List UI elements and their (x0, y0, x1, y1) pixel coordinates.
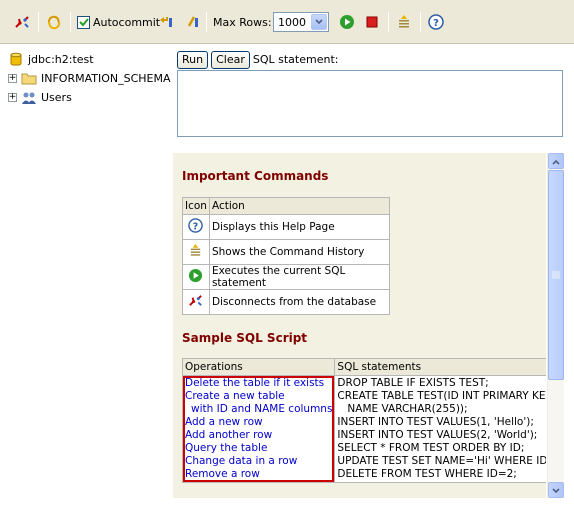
sql-statement-line: NAME VARCHAR(255)); (337, 403, 468, 415)
commit-icon (184, 13, 202, 31)
table-row: Delete the table if it exists Create a n… (181, 375, 546, 483)
table-row: Shows the Command History (182, 239, 390, 265)
commands-table: Icon Action ? Displays this Help Page Sh… (182, 197, 390, 315)
run-toolbar-button[interactable] (338, 12, 356, 32)
sql-statement-label: SQL statement: (252, 53, 339, 66)
table-row: Disconnects from the database (182, 289, 390, 315)
sample-sql-script-title: Sample SQL Script (182, 331, 308, 345)
expand-icon[interactable]: + (8, 93, 17, 102)
connection-label: jdbc:h2:test (28, 53, 94, 66)
toolbar-separator (38, 12, 39, 32)
help-panel: Important Commands Icon Action ? Display… (173, 153, 564, 498)
autocommit-toggle[interactable]: Autocommit (77, 12, 160, 32)
help-icon: ? (427, 13, 445, 31)
query-bar: Run Clear SQL statement: (177, 50, 338, 69)
sql-statement-line: UPDATE TEST SET NAME='Hi' WHERE ID=1; (337, 455, 546, 467)
operation-link[interactable]: Add another row (185, 429, 272, 441)
run-icon (188, 268, 203, 286)
column-header-sql-statements: SQL statements (334, 358, 546, 376)
commands-header-row: Icon Action (182, 197, 390, 215)
important-commands-title: Important Commands (182, 169, 329, 183)
column-header-operations: Operations (181, 358, 336, 376)
commit-button[interactable] (184, 12, 202, 32)
toolbar-separator (420, 12, 421, 32)
rollback-icon (158, 13, 176, 31)
command-action: Executes the current SQL statement (208, 264, 390, 290)
max-rows-value: 1000 (278, 15, 306, 29)
command-action: Disconnects from the database (208, 289, 390, 315)
sql-statement-input[interactable] (177, 70, 563, 137)
sql-statement-line: INSERT INTO TEST VALUES(2, 'World'); (337, 429, 538, 441)
scroll-thumb[interactable] (548, 170, 564, 380)
operations-cell: Delete the table if it exists Create a n… (181, 375, 336, 483)
stop-icon (363, 13, 381, 31)
help-button[interactable]: ? (427, 12, 445, 32)
command-action: Shows the Command History (208, 239, 390, 265)
rollback-button[interactable] (158, 12, 176, 32)
sql-statement-line: CREATE TABLE TEST(ID INT PRIMARY KEY, (337, 390, 546, 402)
column-header-icon: Icon (182, 197, 210, 215)
operation-link[interactable]: with ID and NAME columns (191, 403, 332, 415)
stop-button[interactable] (363, 12, 381, 32)
max-rows-dropdown[interactable]: 1000 (273, 12, 329, 32)
operation-link[interactable]: Create a new table (185, 390, 285, 402)
scroll-down-button[interactable] (548, 482, 564, 498)
sql-statement-line: SELECT * FROM TEST ORDER BY ID; (337, 442, 525, 454)
history-button[interactable] (395, 12, 413, 32)
sql-statement-line: DELETE FROM TEST WHERE ID=2; (337, 468, 517, 480)
column-header-action: Action (208, 197, 390, 215)
svg-text:?: ? (193, 221, 198, 232)
statements-cell: DROP TABLE IF EXISTS TEST; CREATE TABLE … (334, 375, 546, 483)
scroll-up-button[interactable] (548, 153, 564, 169)
users-icon (21, 90, 37, 106)
run-icon (338, 13, 356, 31)
tree-item-users[interactable]: + Users (8, 88, 173, 107)
refresh-button[interactable] (45, 12, 63, 32)
disconnect-icon (13, 13, 31, 31)
operation-link[interactable]: Change data in a row (185, 455, 297, 467)
operation-link[interactable]: Delete the table if it exists (185, 377, 324, 389)
folder-icon (21, 71, 37, 87)
table-row: ? Displays this Help Page (182, 214, 390, 240)
autocommit-label: Autocommit (93, 15, 161, 29)
help-icon: ? (188, 218, 204, 236)
operation-link[interactable]: Query the table (185, 442, 267, 454)
max-rows-label: Max Rows: (213, 15, 272, 29)
chevron-up-icon (552, 155, 560, 168)
history-icon (395, 13, 413, 31)
sample-sql-table: Operations SQL statements Delete the tab… (181, 358, 546, 483)
toolbar-separator (70, 12, 71, 32)
help-content: Important Commands Icon Action ? Display… (173, 153, 546, 498)
help-scrollbar[interactable] (547, 153, 564, 498)
autocommit-checkbox[interactable] (77, 15, 90, 29)
clear-button[interactable]: Clear (211, 50, 250, 69)
toolbar: Autocommit Max Rows: 1000 ? (0, 0, 574, 44)
sql-statement-line: INSERT INTO TEST VALUES(1, 'Hello'); (337, 416, 534, 428)
tree-item-information-schema[interactable]: + INFORMATION_SCHEMA (8, 69, 173, 88)
database-icon (8, 52, 24, 68)
grip-icon (552, 269, 560, 282)
command-action: Displays this Help Page (208, 214, 390, 240)
operation-link[interactable]: Add a new row (185, 416, 263, 428)
svg-text:?: ? (433, 18, 439, 29)
disconnect-icon (188, 295, 203, 311)
tree-item-label: Users (41, 91, 72, 104)
chevron-down-icon (552, 484, 560, 497)
tree-connection[interactable]: jdbc:h2:test (8, 50, 173, 69)
sql-statement-line: DROP TABLE IF EXISTS TEST; (337, 377, 489, 389)
operation-link[interactable]: Remove a row (185, 468, 260, 480)
toolbar-separator (388, 12, 389, 32)
tree-item-label: INFORMATION_SCHEMA (41, 72, 171, 85)
table-row: Executes the current SQL statement (182, 264, 390, 290)
chevron-down-icon[interactable] (311, 14, 327, 30)
expand-icon[interactable]: + (8, 74, 17, 83)
max-rows-select[interactable]: 1000 (273, 12, 329, 32)
sample-header-row: Operations SQL statements (181, 358, 546, 376)
object-tree: jdbc:h2:test + INFORMATION_SCHEMA + User… (8, 50, 173, 107)
toolbar-separator (206, 12, 207, 32)
disconnect-button[interactable] (13, 12, 31, 32)
refresh-icon (45, 13, 63, 31)
run-button[interactable]: Run (177, 50, 209, 69)
history-icon (188, 243, 203, 261)
